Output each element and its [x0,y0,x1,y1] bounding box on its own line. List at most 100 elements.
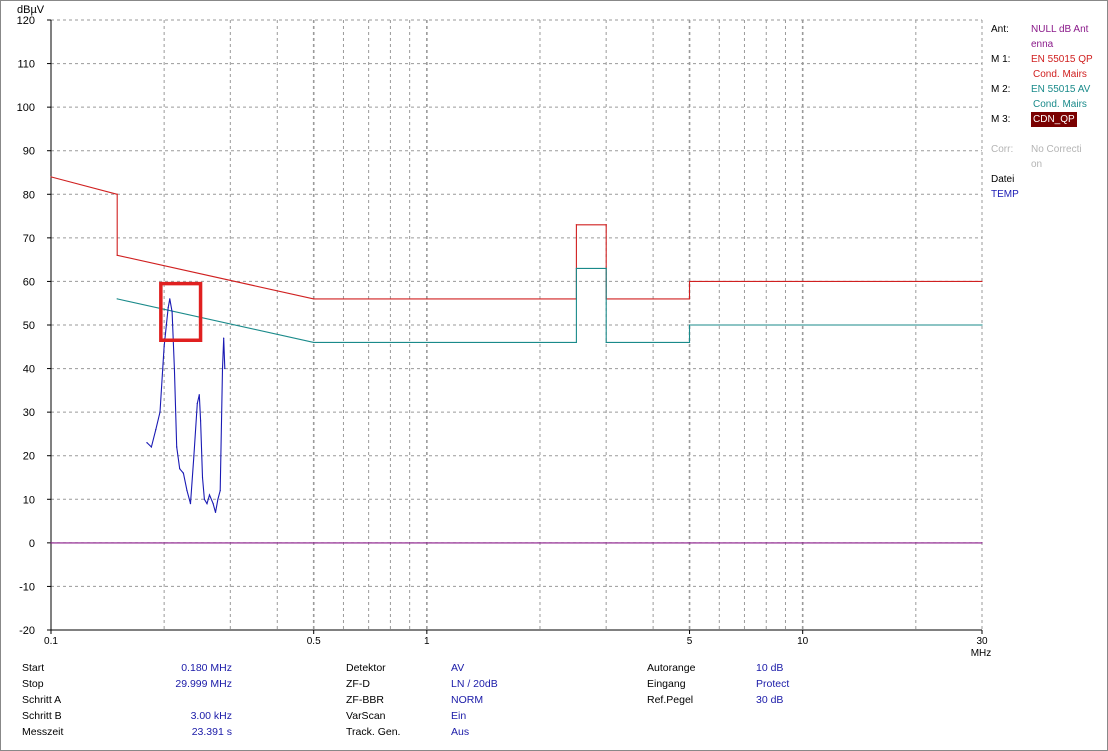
series-point [193,455,195,457]
y-tick-label: 120 [17,15,35,27]
series-point [179,468,181,470]
param-detektor-value: AV [451,662,465,674]
x-tick-label: 0.5 [307,636,321,647]
param-schritt-a-label: Schritt A [22,694,62,706]
y-tick-label: 40 [23,364,35,376]
series-point [208,494,211,496]
param-track-gen-value: Aus [451,726,470,738]
series-point [688,324,691,326]
series-point [196,402,198,405]
legend-corr-value: No Correcti [1031,144,1082,155]
y-tick-label: 20 [23,451,35,463]
param-start-label: Start [22,662,45,674]
param-stop-label: Stop [22,678,44,690]
y-tick-label: 60 [23,276,35,288]
series-point [186,489,188,492]
param-row: ZF-BBR NORM [346,692,546,708]
legend-m1-row: M 1: EN 55015 QP [990,52,1102,67]
y-tick-label: 10 [23,494,35,506]
series-point [189,503,192,505]
x-tick-label: 1 [424,636,430,647]
param-zfbbr-value: NORM [451,694,484,706]
param-row: Stop 29.999 MHz [22,676,232,692]
param-row: Track. Gen. Aus [346,724,546,740]
series-point [171,311,173,313]
param-messzeit-value: 23.391 s [191,726,232,738]
param-autorange-label: Autorange [647,662,696,674]
series-point [688,280,691,283]
legend-m3-value[interactable]: CDN_QP [1031,112,1077,127]
legend-m3-label: M 3: [991,114,1011,125]
param-messzeit-label: Messzeit [22,726,64,738]
y-axis-label: dBµV [17,4,45,16]
legend-corr-label: Corr: [991,144,1014,155]
series-point [575,267,578,269]
legend-spacer [990,127,1102,142]
series-point [224,367,226,370]
y-tick-label: 50 [23,320,35,332]
legend-m2-row: M 2: EN 55015 AV [990,82,1102,97]
series-point [163,346,165,348]
y-tick-label: -10 [19,581,35,593]
series-point [313,341,315,344]
series-point [169,298,171,300]
series-point [146,442,148,444]
legend-m3-row: M 3: CDN_QP [990,112,1102,127]
legend-corr-row: Corr: No Correcti [990,142,1102,157]
series-point [116,254,118,256]
param-zfbbr-label: ZF-BBR [346,694,384,706]
series-point [50,542,52,544]
y-tick-label: 30 [23,407,35,419]
param-zfd-value: LN / 20dB [451,678,498,690]
legend-corr-value-cont: on [1031,159,1043,170]
param-varscan-label: VarScan [346,710,386,722]
series-point [116,193,118,195]
series-point [173,367,176,370]
series-point [167,306,169,309]
trace-legend: Ant: NULL dB Ant enna M 1: EN 55015 QP C… [990,22,1102,202]
series-point [201,476,204,479]
y-tick-label: 110 [17,59,35,71]
series-point [981,324,983,326]
series-point [575,224,578,226]
series-point [217,498,219,500]
y-tick-label: 100 [17,102,35,114]
y-tick-label: -20 [19,625,35,637]
param-zfd-label: ZF-D [346,678,370,690]
legend-ant-row-2: enna [990,37,1102,52]
legend-m2-row-2: Cond. Mairs [990,97,1102,112]
emission-chart: 1201101009080706050403020100-10-200.1 0.5… [17,4,992,659]
series-line-1 [117,267,982,343]
legend-datei-row: Datei [990,172,1102,187]
params-col-2: Detektor AV ZF-D LN / 20dB ZF-BBR NORM VarS… [346,660,546,740]
series-point [155,428,157,431]
series-point [203,498,206,500]
chart-series [50,176,983,544]
param-varscan-value: Ein [451,710,467,722]
legend-m1-value-cont: Cond. Mairs [1033,69,1087,80]
highlight-box [159,281,203,343]
series-point [150,446,153,448]
series-point [605,341,607,344]
param-row: Start 0.180 MHz [22,660,232,676]
legend-datei-value: TEMP [991,189,1019,200]
series-line-3 [146,298,226,513]
legend-m2-value-cont: Cond. Mairs [1033,99,1087,110]
series-point [50,176,52,178]
legend-m2-value: EN 55015 AV [1031,84,1091,95]
chart-axes [47,19,983,634]
series-point [182,472,184,474]
x-tick-label: 5 [687,636,693,647]
param-row: Eingang Protect [647,676,847,692]
series-point [688,341,691,344]
legend-ant-label: Ant: [991,24,1009,35]
series-point [223,337,225,339]
legend-ant-row: Ant: NULL dB Ant [990,22,1102,37]
series-point [688,298,691,300]
series-point [212,503,214,505]
legend-m1-row-2: Cond. Mairs [990,67,1102,82]
param-start-value: 0.180 MHz [181,662,232,674]
param-eingang-label: Eingang [647,678,686,690]
legend-m1-label: M 1: [991,54,1011,65]
param-row: Ref.Pegel 30 dB [647,692,847,708]
